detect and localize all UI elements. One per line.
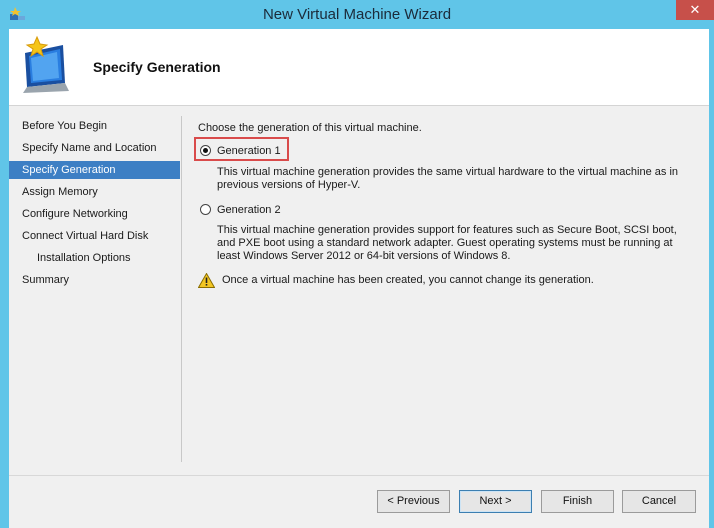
generation-2-label[interactable]: Generation 2 [217,201,281,219]
finish-button[interactable]: Finish [541,490,614,513]
generation-1-radio[interactable] [200,145,211,156]
generation-2-description: This virtual machine generation provides… [217,224,677,262]
warning-text: Once a virtual machine has been created,… [222,274,594,286]
window-title: New Virtual Machine Wizard [262,6,452,23]
divider [181,116,182,462]
generation-2-radio[interactable] [200,204,211,215]
footer-divider [9,475,709,476]
next-button[interactable]: Next > [459,490,532,513]
cancel-button[interactable]: Cancel [622,490,696,513]
generation-1-label[interactable]: Generation 1 [217,142,281,160]
title-bar: New Virtual Machine Wizard ✕ [0,0,714,29]
step-specify-name-location[interactable]: Specify Name and Location [9,139,180,157]
step-configure-networking[interactable]: Configure Networking [9,205,180,223]
wizard-steps: Before You Begin Specify Name and Locati… [9,106,180,528]
step-installation-options[interactable]: Installation Options [9,249,180,267]
window-frame-left [0,29,9,528]
close-button[interactable]: ✕ [676,0,714,20]
step-summary[interactable]: Summary [9,271,180,289]
generation-panel: Choose the generation of this virtual ma… [190,106,709,486]
monitor-star-icon [23,35,69,93]
step-specify-generation[interactable]: Specify Generation [9,161,180,179]
step-before-you-begin[interactable]: Before You Begin [9,117,180,135]
warning-triangle-icon [198,273,215,288]
wizard-header: Specify Generation [9,29,709,106]
window-frame-right [709,29,714,528]
step-assign-memory[interactable]: Assign Memory [9,183,180,201]
page-title: Specify Generation [93,59,221,75]
intro-text: Choose the generation of this virtual ma… [198,122,422,134]
previous-button[interactable]: < Previous [377,490,450,513]
step-connect-virtual-hard-disk[interactable]: Connect Virtual Hard Disk [9,227,180,245]
generation-1-description: This virtual machine generation provides… [217,166,679,191]
